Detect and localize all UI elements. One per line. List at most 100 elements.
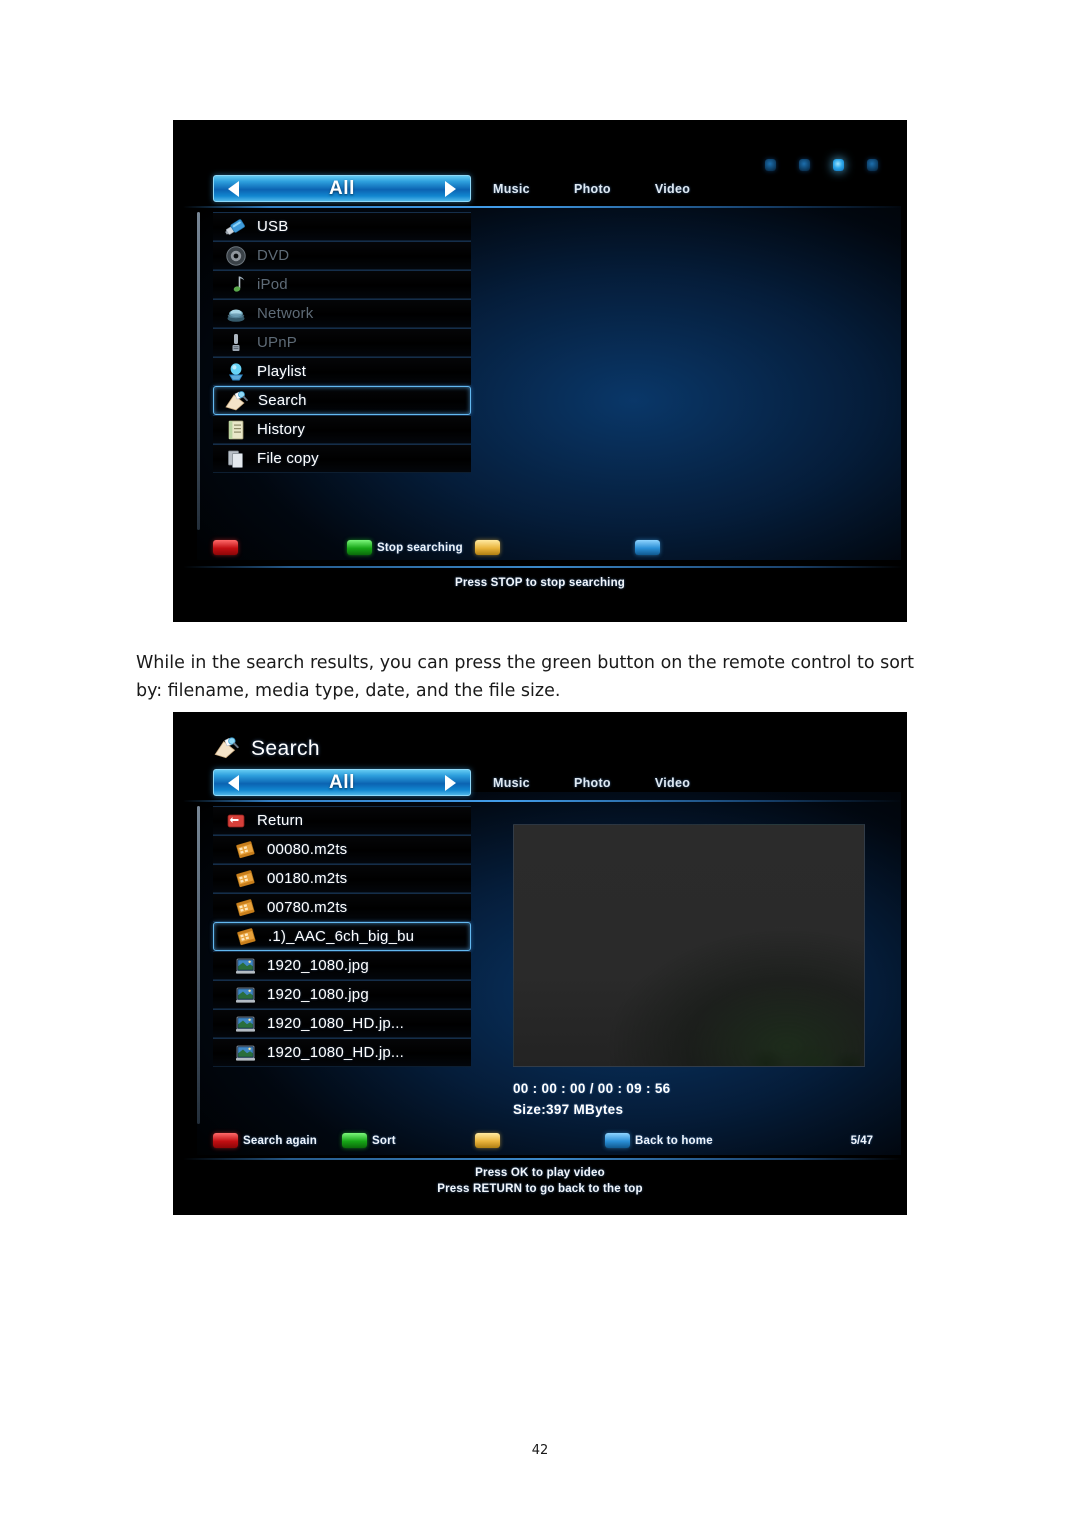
video-file-icon bbox=[231, 838, 261, 862]
arrow-left-icon[interactable] bbox=[228, 774, 239, 791]
document-page: All Music Photo Video USB DVD iPod Netwo… bbox=[0, 0, 1080, 1521]
hint-text-one: Press STOP to stop searching bbox=[173, 575, 907, 591]
menu-item-label: History bbox=[257, 421, 306, 438]
list-item-photo-3[interactable]: 1920_1080_HD.jp... bbox=[213, 1009, 471, 1038]
key-red[interactable] bbox=[213, 540, 347, 555]
list-item-return[interactable]: Return bbox=[213, 806, 471, 835]
list-scroll-rail[interactable] bbox=[197, 806, 200, 1124]
list-item-label: 00180.m2ts bbox=[267, 870, 348, 887]
search-results-rows: Return 00080.m2ts 00180.m2ts 00780.m2ts … bbox=[213, 806, 471, 1067]
status-indicator-dots bbox=[765, 159, 878, 171]
history-icon bbox=[221, 418, 251, 442]
key-blue-label: Back to home bbox=[635, 1134, 713, 1147]
screenshot-home-menu: All Music Photo Video USB DVD iPod Netwo… bbox=[173, 120, 907, 622]
tab-video[interactable]: Video bbox=[655, 776, 690, 790]
playback-time: 00 : 00 : 00 / 00 : 09 : 56 bbox=[513, 1081, 671, 1096]
footer-separator-one bbox=[183, 566, 903, 568]
key-blue-back-to-home[interactable]: Back to home bbox=[605, 1133, 713, 1148]
photo-file-icon bbox=[231, 983, 261, 1007]
menu-item-label: USB bbox=[257, 218, 289, 235]
menu-item-network[interactable]: Network bbox=[213, 299, 471, 328]
video-file-icon bbox=[231, 896, 261, 920]
usb-drive-icon bbox=[221, 215, 251, 239]
list-item-label: 1920_1080_HD.jp... bbox=[267, 1044, 405, 1061]
arrow-left-icon[interactable] bbox=[228, 180, 239, 197]
media-filter-bar: All Music Photo Video bbox=[213, 175, 734, 202]
preview-metadata: 00 : 00 : 00 / 00 : 09 : 56 Size:397 MBy… bbox=[513, 1078, 670, 1120]
blue-swatch-icon bbox=[605, 1133, 630, 1148]
return-icon bbox=[221, 809, 251, 833]
page-title: Search bbox=[213, 736, 320, 762]
list-item-label: 1920_1080.jpg bbox=[267, 957, 369, 974]
color-key-bar-two: Search again Sort Back to home bbox=[213, 1133, 873, 1148]
indicator-dot-2 bbox=[799, 159, 810, 171]
tab-photo[interactable]: Photo bbox=[574, 182, 611, 196]
hint-text-two: Press OK to play video Press RETURN to g… bbox=[173, 1165, 907, 1197]
red-swatch-icon bbox=[213, 540, 238, 555]
key-blue[interactable] bbox=[635, 540, 665, 555]
filter-tabs: Music Photo Video bbox=[493, 776, 734, 790]
list-item-label: 1920_1080_HD.jp... bbox=[267, 1015, 405, 1032]
tab-music[interactable]: Music bbox=[493, 182, 530, 196]
indicator-dot-3-active bbox=[833, 159, 844, 171]
menu-item-label: UPnP bbox=[257, 334, 297, 351]
header-separator bbox=[183, 206, 903, 208]
tab-video[interactable]: Video bbox=[655, 182, 690, 196]
photo-file-icon bbox=[231, 1041, 261, 1065]
key-green-stop-searching[interactable]: Stop searching bbox=[347, 540, 475, 555]
body-paragraph: While in the search results, you can pre… bbox=[136, 653, 914, 701]
video-preview bbox=[513, 824, 865, 1067]
list-scroll-rail[interactable] bbox=[197, 212, 200, 530]
list-item-video-2[interactable]: 00180.m2ts bbox=[213, 864, 471, 893]
tab-music[interactable]: Music bbox=[493, 776, 530, 790]
indicator-dot-4 bbox=[867, 159, 878, 171]
hint-line: Press OK to play video bbox=[475, 1167, 605, 1179]
filter-selector[interactable]: All bbox=[213, 175, 471, 202]
item-counter: 5/47 bbox=[850, 1135, 873, 1147]
list-item-video-1[interactable]: 00080.m2ts bbox=[213, 835, 471, 864]
key-green-sort[interactable]: Sort bbox=[342, 1133, 475, 1148]
key-yellow[interactable] bbox=[475, 1133, 605, 1148]
menu-item-upnp[interactable]: UPnP bbox=[213, 328, 471, 357]
key-red-label: Search again bbox=[243, 1134, 317, 1147]
menu-item-label: DVD bbox=[257, 247, 290, 264]
green-swatch-icon bbox=[342, 1133, 367, 1148]
menu-item-search[interactable]: Search bbox=[213, 386, 471, 415]
key-green-label: Stop searching bbox=[377, 541, 463, 554]
menu-item-dvd[interactable]: DVD bbox=[213, 241, 471, 270]
menu-item-playlist[interactable]: Playlist bbox=[213, 357, 471, 386]
osd-screen-one: All Music Photo Video USB DVD iPod Netwo… bbox=[173, 120, 907, 622]
home-menu-rows: USB DVD iPod Network UPnP Playlist Searc… bbox=[213, 212, 471, 473]
hint-line: Press STOP to stop searching bbox=[454, 577, 626, 589]
key-red-search-again[interactable]: Search again bbox=[213, 1133, 342, 1148]
filter-selector[interactable]: All bbox=[213, 769, 471, 796]
arrow-right-icon[interactable] bbox=[445, 774, 456, 791]
arrow-right-icon[interactable] bbox=[445, 180, 456, 197]
menu-item-label: Network bbox=[257, 305, 314, 322]
list-item-photo-1[interactable]: 1920_1080.jpg bbox=[213, 951, 471, 980]
menu-item-file-copy[interactable]: File copy bbox=[213, 444, 471, 473]
home-menu-list: USB DVD iPod Network UPnP Playlist Searc… bbox=[197, 212, 497, 530]
video-file-icon bbox=[232, 925, 262, 949]
red-swatch-icon bbox=[213, 1133, 238, 1148]
file-copy-icon bbox=[221, 447, 251, 471]
list-item-label: Return bbox=[257, 812, 304, 829]
yellow-swatch-icon bbox=[475, 1133, 500, 1148]
menu-item-usb[interactable]: USB bbox=[213, 212, 471, 241]
file-size: Size:397 MBytes bbox=[513, 1102, 624, 1117]
list-item-video-3[interactable]: 00780.m2ts bbox=[213, 893, 471, 922]
list-item-label: .1)_AAC_6ch_big_bu bbox=[268, 928, 415, 945]
filter-selected-label: All bbox=[328, 771, 356, 793]
network-icon bbox=[221, 302, 251, 326]
key-yellow[interactable] bbox=[475, 540, 635, 555]
list-item-photo-2[interactable]: 1920_1080.jpg bbox=[213, 980, 471, 1009]
menu-item-ipod[interactable]: iPod bbox=[213, 270, 471, 299]
tab-photo[interactable]: Photo bbox=[574, 776, 611, 790]
list-item-photo-4[interactable]: 1920_1080_HD.jp... bbox=[213, 1038, 471, 1067]
indicator-dot-1 bbox=[765, 159, 776, 171]
list-item-video-4-selected[interactable]: .1)_AAC_6ch_big_bu bbox=[213, 922, 471, 951]
menu-item-history[interactable]: History bbox=[213, 415, 471, 444]
filter-selected-label: All bbox=[328, 177, 356, 199]
photo-file-icon bbox=[231, 1012, 261, 1036]
page-title-label: Search bbox=[251, 737, 320, 760]
